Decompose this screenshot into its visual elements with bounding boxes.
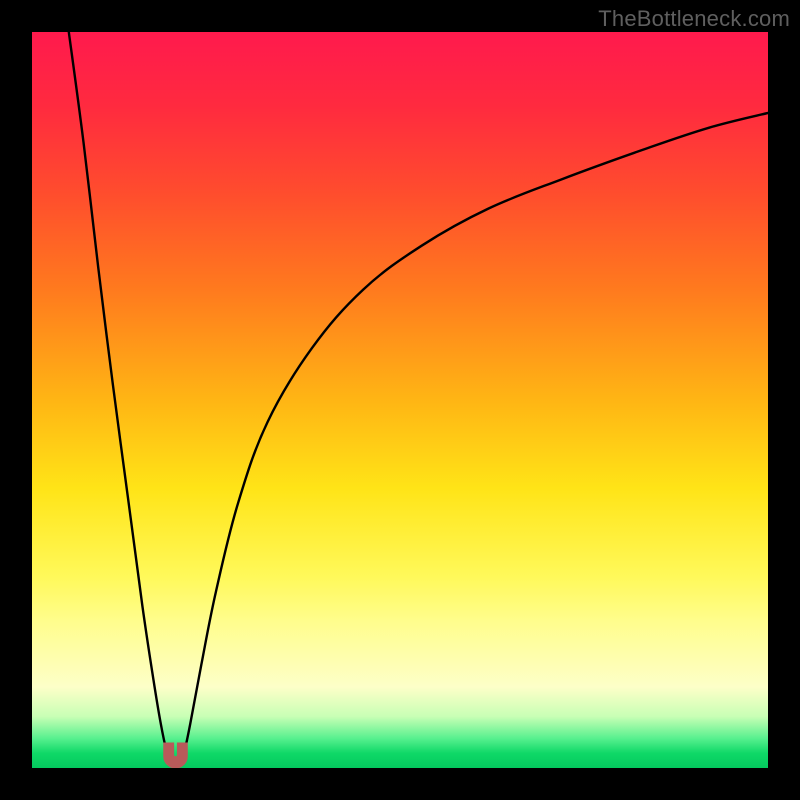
bottom-u-marker <box>164 743 188 768</box>
chart-outer-frame: TheBottleneck.com <box>0 0 800 800</box>
plot-area <box>32 32 768 768</box>
watermark-text: TheBottleneck.com <box>598 6 790 32</box>
bottom-marker-layer <box>32 32 768 768</box>
